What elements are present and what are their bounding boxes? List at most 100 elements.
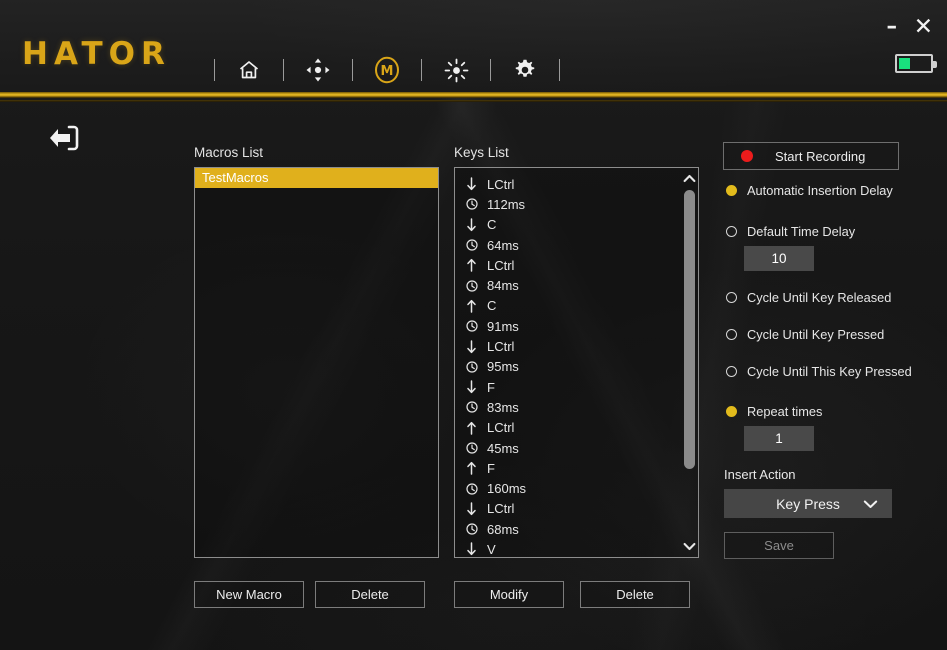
option-cycle-until-key-released[interactable]: Cycle Until Key Released [726,290,891,305]
chevron-up-icon [683,170,696,188]
new-macro-button[interactable]: New Macro [194,581,304,608]
key-list-item[interactable]: 68ms [461,519,683,539]
macro-list-item[interactable]: TestMacros [195,168,438,188]
minimize-button[interactable]: – [887,16,898,37]
repeat-times-input[interactable] [744,426,814,451]
key-list-item[interactable]: LCtrl [461,418,683,438]
main-navigation: M [200,50,574,90]
save-button[interactable]: Save [724,532,834,559]
back-button[interactable] [44,122,84,158]
key-list-item[interactable]: LCtrl [461,174,683,194]
macro-settings-panel: Start Recording Automatic Insertion Dela… [723,142,933,559]
macros-list-label: Macros List [194,145,264,160]
macros-list[interactable]: TestMacros [194,167,439,558]
key-list-item[interactable]: 84ms [461,275,683,295]
key-list-item-value: C [487,217,497,233]
delay-clock-icon [465,361,478,373]
insert-action-label: Insert Action [724,467,796,482]
key-list-item-value: LCtrl [487,339,515,355]
scroll-up-button[interactable] [681,170,698,187]
scroll-down-button[interactable] [681,538,698,555]
nav-home-button[interactable] [229,50,269,90]
delay-clock-icon [465,280,478,292]
scrollbar-thumb[interactable] [684,190,695,469]
svg-text:M: M [381,64,394,79]
radio-indicator [726,226,737,237]
nav-divider [352,59,353,81]
key-list-item[interactable]: 95ms [461,357,683,377]
delete-key-button[interactable]: Delete [580,581,690,608]
key-list-item-value: 160ms [487,481,527,497]
key-release-icon [465,299,478,313]
key-list-item[interactable]: 91ms [461,316,683,336]
record-dot-icon [741,150,753,162]
delete-macro-button[interactable]: Delete [315,581,425,608]
key-list-item-value: 83ms [487,399,519,415]
delay-clock-icon [465,523,478,535]
header-gold-divider [0,92,947,98]
key-press-icon [465,177,478,191]
key-list-item[interactable]: C [461,296,683,316]
default-time-delay-input[interactable] [744,246,814,271]
option-repeat-times[interactable]: Repeat times [726,404,822,419]
start-recording-button[interactable]: Start Recording [723,142,899,170]
delay-clock-icon [465,198,478,211]
close-button[interactable]: ✕ [914,16,933,39]
key-list-item[interactable]: F [461,458,683,478]
key-list-item-value: 45ms [487,440,519,456]
keys-list[interactable]: LCtrl 112ms C 64ms LCtrl 84ms C 91ms LCtrl 95ms F 8… [454,167,699,558]
option-label: Cycle Until Key Pressed [747,327,885,342]
chevron-down-icon [683,538,696,556]
key-list-item-value: 64ms [487,237,519,253]
key-list-item[interactable]: 160ms [461,478,683,498]
option-label: Cycle Until This Key Pressed [747,364,912,379]
delay-clock-icon [465,239,478,251]
option-label: Automatic Insertion Delay [747,183,893,198]
key-list-item[interactable]: C [461,215,683,235]
nav-divider [421,59,422,81]
radio-indicator [726,406,737,417]
key-press-icon [465,380,478,394]
insert-action-select[interactable]: Key Press [724,489,892,518]
key-press-icon [465,542,478,556]
radio-indicator [726,292,737,303]
option-label: Cycle Until Key Released [747,290,892,305]
keys-list-label: Keys List [454,145,509,160]
key-list-item[interactable]: LCtrl [461,499,683,519]
key-list-item[interactable]: 64ms [461,235,683,255]
macros-list-items: TestMacros [195,168,438,188]
key-release-icon [465,461,478,476]
option-label: Default Time Delay [747,224,856,239]
key-list-item[interactable]: LCtrl [461,255,683,275]
key-list-item[interactable]: V [461,539,683,557]
option-automatic-insertion-delay[interactable]: Automatic Insertion Delay [726,183,893,198]
key-list-item-value: 112ms [487,196,526,212]
home-icon [237,58,261,82]
key-list-item[interactable]: 45ms [461,438,683,458]
key-release-icon [465,258,478,273]
lighting-icon [444,58,469,83]
key-press-icon [465,217,478,232]
nav-macro-button[interactable]: M [367,50,407,90]
delay-clock-icon [465,442,478,454]
nav-divider [559,59,560,81]
option-cycle-until-key-pressed[interactable]: Cycle Until Key Pressed [726,327,884,342]
key-list-item[interactable]: F [461,377,683,397]
battery-indicator [895,54,937,73]
nav-divider [283,59,284,81]
key-list-item[interactable]: 112ms [461,194,683,214]
keys-list-items: LCtrl 112ms C 64ms LCtrl 84ms C 91ms LCtrl 95ms F 8… [455,168,683,557]
nav-settings-button[interactable] [505,50,545,90]
keys-list-scrollbar[interactable] [681,168,698,557]
key-list-item[interactable]: 83ms [461,397,683,417]
key-list-item-value: LCtrl [487,501,515,517]
option-cycle-until-this-key-pressed[interactable]: Cycle Until This Key Pressed [726,364,912,379]
option-default-time-delay[interactable]: Default Time Delay [726,224,855,239]
key-list-item-value: 84ms [487,278,519,294]
delay-clock-icon [465,320,478,332]
key-list-item[interactable]: LCtrl [461,336,683,356]
nav-lighting-button[interactable] [436,50,476,90]
nav-divider [214,59,215,81]
modify-key-button[interactable]: Modify [454,581,564,608]
nav-dpi-button[interactable] [298,50,338,90]
